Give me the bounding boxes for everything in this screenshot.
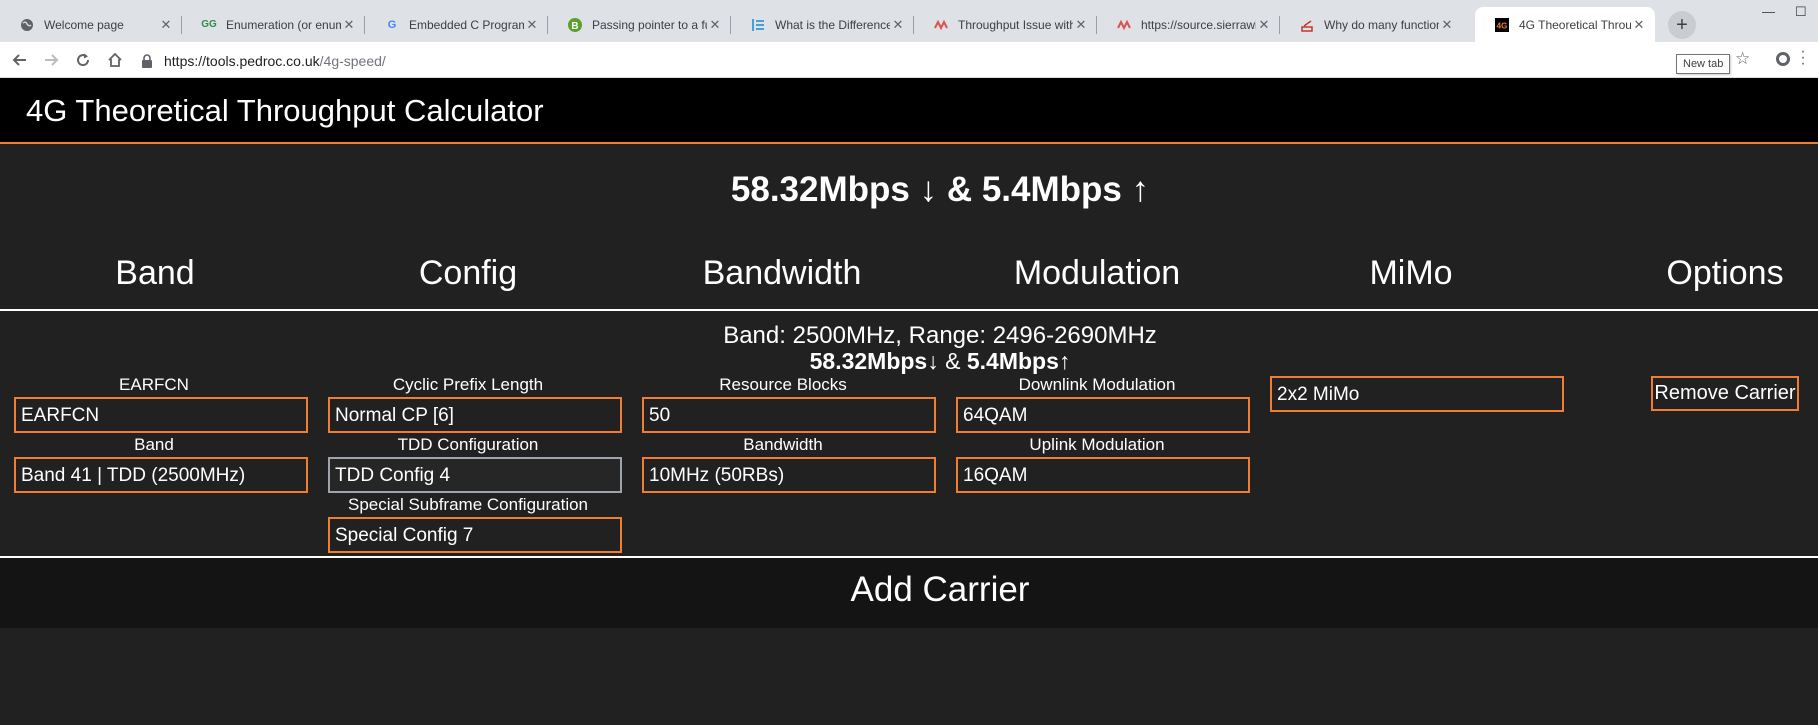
column-header-mimo: MiMo [1369,254,1453,292]
tab-close-icon[interactable]: ✕ [707,17,723,33]
address-bar[interactable]: https://tools.pedroc.co.uk/4g-speed/ [140,48,1730,74]
special-subframe-select[interactable]: Special Config 7 [328,517,622,553]
column-header-options: Options [1666,254,1784,292]
menu-dots-icon[interactable]: · · · [1800,44,1806,72]
resource-blocks-input[interactable]: 50 [642,397,936,433]
browser-toolbar: https://tools.pedroc.co.uk/4g-speed/ [0,42,1818,78]
tab-title: Welcome page [44,17,124,32]
tab-title: What is the Difference [775,17,890,32]
svg-text:4G: 4G [1497,21,1508,30]
total-throughput: 58.32Mbps ↓ & 5.4Mbps ↑ [730,170,1150,209]
resource-blocks-label: Resource Blocks [719,375,847,394]
google-icon: G [387,18,397,31]
carrier-throughput: 58.32Mbps↓ & 5.4Mbps↑ [0,348,1818,375]
forward-arrow-icon[interactable] [41,50,61,70]
tab-4g-calculator[interactable]: 4G 4G Theoretical Throug ✕ [1475,7,1655,42]
carrier-band-info: Band: 2500MHz, Range: 2496-2690MHz [723,322,1157,349]
tab-close-icon[interactable]: ✕ [1439,17,1455,33]
new-tab-tooltip: New tab [1676,54,1731,74]
back-arrow-icon[interactable] [10,50,30,70]
column-header-modulation: Modulation [1013,254,1181,292]
url-host: https://tools.pedroc.co.uk [164,53,320,69]
b-logo-icon: B [568,17,582,32]
column-headers: Band Config Bandwidth Modulation MiMo Op… [0,254,1818,294]
tab-source-sierra[interactable]: https://source.sierrawi ✕ [1097,7,1280,42]
tab-enumeration[interactable]: GG Enumeration (or enum ✕ [182,7,365,42]
tab-close-icon[interactable]: ✕ [1631,17,1647,33]
minimize-icon[interactable]: — [1762,4,1775,19]
uplink-modulation-select[interactable]: 16QAM [956,457,1250,493]
mimo-select[interactable]: 2x2 MiMo [1270,376,1564,412]
tab-why-many-functions[interactable]: Why do many function ✕ [1280,7,1463,42]
special-subframe-label: Special Subframe Configuration [347,495,589,514]
page-title: 4G Theoretical Throughput Calculator [26,93,544,128]
downlink-modulation-label: Downlink Modulation [1018,375,1176,394]
tab-strip: Welcome page ✕ GG Enumeration (or enum ✕… [0,0,1818,42]
tab-embedded-c[interactable]: G Embedded C Program ✕ [365,7,548,42]
home-icon[interactable] [105,50,125,70]
bandwidth-label: Bandwidth [743,435,823,454]
list-icon [751,18,765,32]
tab-close-icon[interactable]: ✕ [890,17,906,33]
tab-close-icon[interactable]: ✕ [1073,17,1089,33]
cyclic-prefix-select[interactable]: Normal CP [6] [328,397,622,433]
profile-icon[interactable] [1776,52,1790,66]
carrier-uplink-rate: 5.4Mbps [966,348,1059,374]
column-header-bandwidth: Bandwidth [702,254,862,292]
tab-close-icon[interactable]: ✕ [158,17,174,33]
tab-welcome[interactable]: Welcome page ✕ [0,7,182,42]
url-path: /4g-speed/ [319,53,386,69]
tab-title: 4G Theoretical Throug [1519,17,1631,32]
tab-close-icon[interactable]: ✕ [1256,17,1272,33]
tab-close-icon[interactable]: ✕ [524,17,540,33]
carrier-downlink-rate: 58.32Mbps [809,348,928,374]
carrier-join: & [938,348,967,374]
lock-icon [140,54,154,68]
tdd-config-select[interactable]: TDD Config 4 [328,457,622,493]
tab-title: https://source.sierrawi [1141,17,1256,32]
page-content: 4G Theoretical Throughput Calculator 58.… [0,78,1818,725]
bandwidth-select[interactable]: 10MHz (50RBs) [642,457,936,493]
tab-title: Passing pointer to a fu [592,17,707,32]
tab-close-icon[interactable]: ✕ [341,17,357,33]
band-select[interactable]: Band 41 | TDD (2500MHz) [14,457,308,493]
tab-title: Embedded C Program [409,17,524,32]
sierra-icon [934,18,948,32]
earfcn-input[interactable]: EARFCN [14,397,308,433]
gfg-icon: GG [201,19,217,30]
tab-title: Throughput Issue with [958,17,1073,32]
column-header-band: Band [115,254,195,292]
carrier-downlink-arrow: ↓ [927,348,939,374]
carrier-uplink-arrow: ↑ [1058,348,1071,374]
cyclic-prefix-label: Cyclic Prefix Length [392,375,544,394]
new-tab-button[interactable]: + [1668,11,1696,39]
maximize-icon[interactable]: ☐ [1795,4,1807,20]
tab-title: Enumeration (or enum [226,17,341,32]
add-carrier-bar: Add Carrier [0,558,1818,628]
tab-passing-pointer[interactable]: B Passing pointer to a fu ✕ [548,7,731,42]
svg-text:B: B [571,21,578,32]
uplink-modulation-label: Uplink Modulation [1029,435,1165,454]
tab-difference[interactable]: What is the Difference ✕ [731,7,914,42]
add-carrier-button[interactable]: Add Carrier [0,570,1818,610]
app-header: 4G Theoretical Throughput Calculator [0,78,1818,144]
reload-icon[interactable] [73,50,93,70]
tab-throughput-issue[interactable]: Throughput Issue with ✕ [914,7,1097,42]
bookmark-star-icon[interactable]: ☆ [1735,49,1750,69]
stackexchange-icon [1300,18,1314,32]
earfcn-label: EARFCN [119,375,189,394]
sierra-icon [1117,18,1131,32]
4g-favicon: 4G [1495,17,1509,32]
downlink-modulation-select[interactable]: 64QAM [956,397,1250,433]
divider [0,309,1818,311]
tdd-config-label: TDD Configuration [397,435,539,454]
remove-carrier-button[interactable]: Remove Carrier [1651,376,1799,411]
tab-title: Why do many function [1324,17,1439,32]
globe-icon [20,18,34,32]
band-label: Band [134,435,174,454]
column-header-config: Config [418,254,518,292]
